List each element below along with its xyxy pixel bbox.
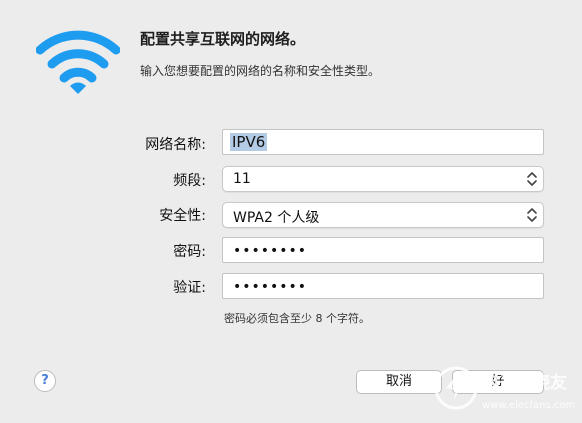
password-label: 密码: — [173, 244, 206, 260]
verify-value: •••••••• — [233, 279, 308, 295]
network-name-input[interactable]: IPV6 — [222, 129, 544, 155]
channel-value: 11 — [233, 171, 251, 187]
security-select[interactable]: WPA2 个人级 — [222, 202, 544, 228]
password-input[interactable]: •••••••• — [222, 237, 544, 263]
verify-password-input[interactable]: •••••••• — [222, 273, 544, 299]
cancel-button[interactable]: 取消 — [356, 370, 442, 394]
dialog-subtitle: 输入您想要配置的网络的名称和安全性类型。 — [140, 64, 381, 78]
verify-label: 验证: — [173, 280, 206, 296]
watermark-brand: 电子发烧友 — [482, 372, 567, 393]
help-button[interactable]: ? — [34, 370, 56, 392]
watermark-url: www.elecfans.com — [482, 400, 575, 411]
watermark: 电子发烧友 www.elecfans.com — [434, 366, 575, 411]
network-name-label: 网络名称: — [145, 137, 206, 153]
chevron-updown-icon — [527, 172, 537, 186]
wifi-icon — [36, 30, 120, 94]
security-label: 安全性: — [159, 208, 206, 224]
channel-label: 频段: — [173, 173, 206, 189]
create-network-dialog: 配置共享互联网的网络。 输入您想要配置的网络的名称和安全性类型。 网络名称: I… — [0, 0, 582, 423]
password-hint: 密码必须包含至少 8 个字符。 — [224, 312, 370, 325]
chevron-updown-icon — [527, 208, 537, 222]
password-value: •••••••• — [233, 243, 308, 259]
network-name-value: IPV6 — [230, 133, 268, 151]
security-value: WPA2 个人级 — [233, 210, 320, 226]
dialog-title: 配置共享互联网的网络。 — [140, 30, 306, 48]
channel-select[interactable]: 11 — [222, 166, 544, 192]
